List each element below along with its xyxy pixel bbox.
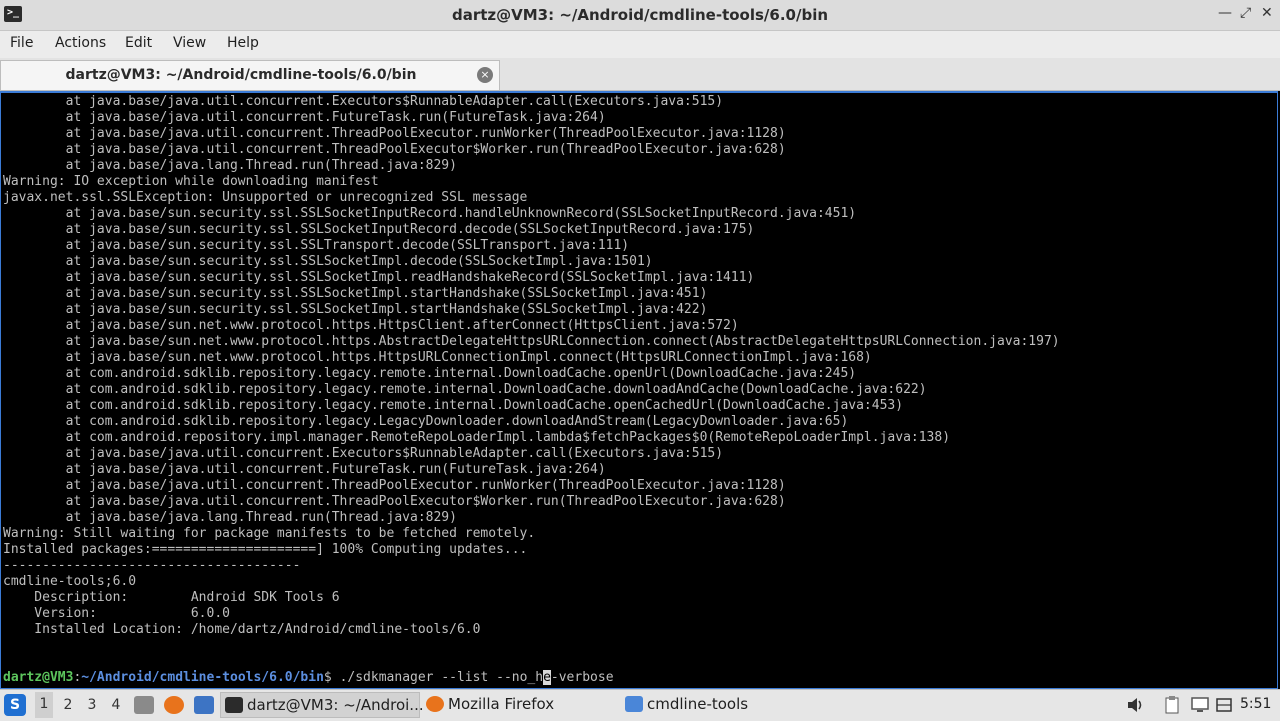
terminal-line: at java.base/java.util.concurrent.Execut… [3,446,724,461]
maximize-icon[interactable]: ⤢ [1240,5,1251,21]
menu-file[interactable]: File [10,35,33,51]
display-icon[interactable] [1190,696,1210,714]
terminal-line: at java.base/java.util.concurrent.Thread… [3,478,786,493]
text-cursor: e [543,670,551,685]
prompt-path: ~/Android/cmdline-tools/6.0/bin [81,670,324,685]
terminal-line: at java.base/sun.net.www.protocol.https.… [3,350,872,365]
terminal-line: at java.base/sun.security.ssl.SSLSocketI… [3,270,755,285]
terminal-line: at java.base/java.util.concurrent.Execut… [3,94,724,109]
terminal-line: Description: Android SDK Tools 6 [3,590,340,605]
start-menu-icon[interactable]: S [4,694,26,716]
terminal-line: cmdline-tools;6.0 [3,574,137,589]
terminal-lines: at java.base/java.util.concurrent.Execut… [3,94,1060,654]
terminal-line: at com.android.sdklib.repository.legacy.… [3,382,927,397]
command-text: ./sdkmanager --list --no_h [339,670,544,685]
tab-close-icon[interactable]: × [477,67,493,83]
terminal-line: at java.base/java.util.concurrent.Thread… [3,142,786,157]
terminal-line: Installed packages:=====================… [3,542,528,557]
terminal-line: at java.base/java.util.concurrent.Future… [3,110,606,125]
terminal-line: at com.android.sdklib.repository.legacy.… [3,414,849,429]
terminal-line: at java.base/sun.net.www.protocol.https.… [3,318,739,333]
firefox-icon [426,696,444,712]
workspace-2[interactable]: 2 [59,697,77,713]
menubar: File Actions Edit View Help [0,31,1280,58]
folder-icon [625,696,643,712]
task-terminal[interactable]: dartz@VM3: ~/Androi... [220,692,424,718]
clipboard-icon[interactable] [1162,696,1182,714]
terminal-line: at java.base/sun.security.ssl.SSLSocketI… [3,254,653,269]
clock[interactable]: 5:51 [1240,696,1271,712]
file-manager-launcher-icon[interactable] [134,696,154,714]
terminal-line: at java.base/sun.security.ssl.SSLSocketI… [3,302,708,317]
terminal-line: at com.android.sdklib.repository.legacy.… [3,366,857,381]
terminal-icon [225,697,243,713]
close-icon[interactable]: ✕ [1261,5,1273,21]
terminal-line: Installed Location: /home/dartz/Android/… [3,622,481,637]
task-terminal-label: dartz@VM3: ~/Androi... [247,696,424,714]
terminal-line: at java.base/sun.security.ssl.SSLTranspo… [3,238,630,253]
terminal-line: at java.base/java.lang.Thread.run(Thread… [3,158,457,173]
terminal-line: at java.base/sun.security.ssl.SSLSocketI… [3,206,857,221]
task-firefox-label: Mozilla Firefox [448,695,555,713]
terminal-line: Warning: IO exception while downloading … [3,174,379,189]
window-title: dartz@VM3: ~/Android/cmdline-tools/6.0/b… [451,6,829,24]
terminal-line: at com.android.sdklib.repository.legacy.… [3,398,904,413]
terminal-line: -------------------------------------- [3,558,301,573]
terminal-line: at java.base/java.lang.Thread.run(Thread… [3,510,457,525]
firefox-launcher-icon[interactable] [164,696,184,714]
prompt-symbol: $ [323,670,340,685]
desktop-launcher-icon[interactable] [194,696,214,714]
task-firefox[interactable]: Mozilla Firefox [422,692,618,718]
menu-edit[interactable]: Edit [125,35,152,51]
menu-view[interactable]: View [173,35,206,51]
prompt-line[interactable]: dartz@VM3:~/Android/cmdline-tools/6.0/bi… [3,670,614,686]
terminal-line: javax.net.ssl.SSLException: Unsupported … [3,190,528,205]
tab-bar: dartz@VM3: ~/Android/cmdline-tools/6.0/b… [0,58,1280,91]
terminal-line: at java.base/sun.security.ssl.SSLSocketI… [3,286,708,301]
terminal-line: at java.base/java.util.concurrent.Thread… [3,126,786,141]
volume-icon[interactable] [1126,696,1146,714]
command-text-after: -verbose [550,670,614,685]
network-icon[interactable] [1214,696,1234,714]
terminal-line: Version: 6.0.0 [3,606,230,621]
taskbar: S 1 2 3 4 dartz@VM3: ~/Androi... Mozilla… [0,689,1280,721]
tab-label: dartz@VM3: ~/Android/cmdline-tools/6.0/b… [65,67,417,83]
task-folder[interactable]: cmdline-tools [621,692,817,718]
menu-actions[interactable]: Actions [55,35,106,51]
terminal-line: at java.base/java.util.concurrent.Future… [3,462,606,477]
window-titlebar: >_ dartz@VM3: ~/Android/cmdline-tools/6.… [0,0,1280,31]
workspace-3[interactable]: 3 [83,697,101,713]
workspace-4[interactable]: 4 [107,697,125,713]
tab-terminal[interactable]: dartz@VM3: ~/Android/cmdline-tools/6.0/b… [0,60,500,90]
terminal-line: at java.base/sun.net.www.protocol.https.… [3,334,1060,349]
task-folder-label: cmdline-tools [647,695,749,713]
menu-help[interactable]: Help [227,35,259,51]
workspace-1[interactable]: 1 [35,692,53,718]
terminal-line: at com.android.repository.impl.manager.R… [3,430,951,445]
terminal-line: Warning: Still waiting for package manif… [3,526,536,541]
minimize-icon[interactable]: — [1218,5,1232,21]
terminal-output[interactable]: at java.base/java.util.concurrent.Execut… [0,91,1278,689]
terminal-line: at java.base/java.util.concurrent.Thread… [3,494,786,509]
prompt-user: dartz@VM3 [3,670,74,685]
terminal-line: at java.base/sun.security.ssl.SSLSocketI… [3,222,755,237]
